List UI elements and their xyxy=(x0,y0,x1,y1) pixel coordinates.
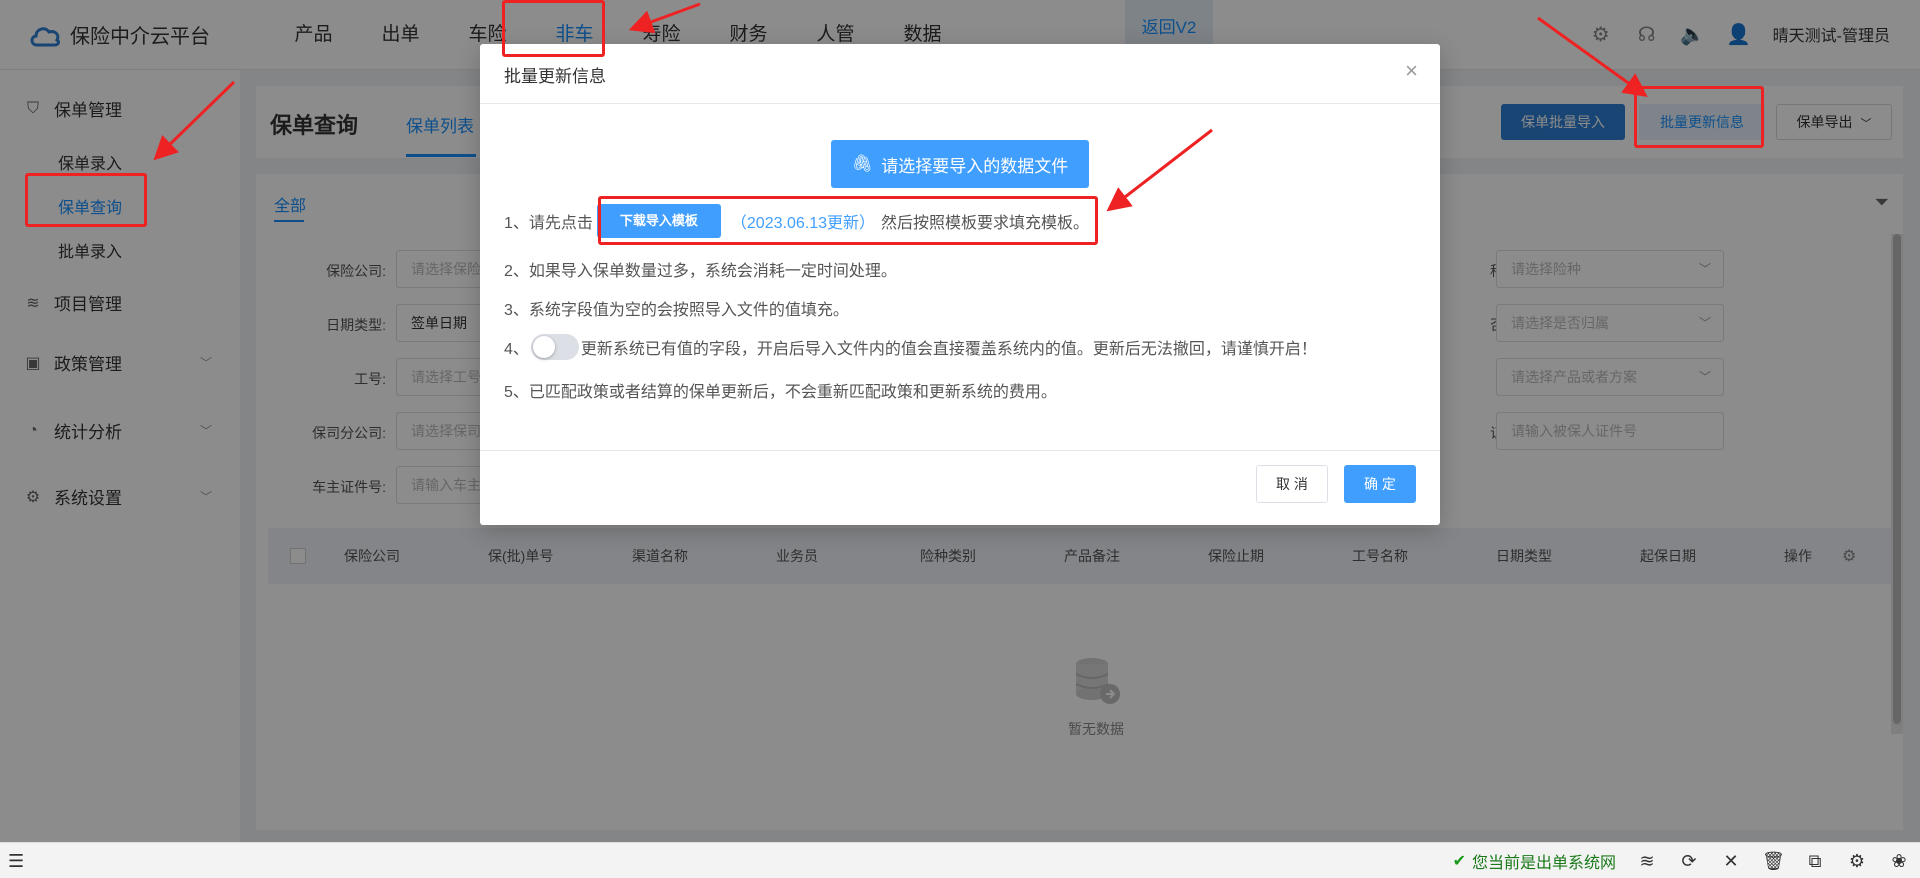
annotation-box-download xyxy=(598,196,1098,245)
dialog-title: 批量更新信息 xyxy=(504,67,606,86)
dialog-header: 批量更新信息 × xyxy=(480,44,1440,104)
status-bar: ☰ ✔ 您当前是出单系统网 ≋ ⟳ ✕ 🗑 ⧉ ⚙ ❀ xyxy=(0,842,1920,878)
gear-icon[interactable]: ⚙ xyxy=(1846,851,1868,872)
instruction-step-2: 2、如果导入保单数量过多，系统会消耗一定时间处理。 xyxy=(504,263,897,280)
annotation-box-sidebar xyxy=(25,173,147,227)
step4-prefix: 4、 xyxy=(504,341,529,358)
trash-icon[interactable]: 🗑 xyxy=(1762,851,1785,872)
close-icon[interactable]: ✕ xyxy=(1720,851,1742,872)
upload-file-button[interactable]: 🖇 请选择要导入的数据文件 xyxy=(831,140,1089,188)
instruction-step-3: 3、系统字段值为空的会按照导入文件的值填充。 xyxy=(504,302,849,319)
ok-button[interactable]: 确 定 xyxy=(1344,465,1416,503)
paw-icon[interactable]: ❀ xyxy=(1888,851,1910,872)
close-icon[interactable]: × xyxy=(1405,58,1418,84)
paperclip-icon: 🖇 xyxy=(851,154,874,173)
upload-label: 请选择要导入的数据文件 xyxy=(881,156,1069,176)
refresh-icon[interactable]: ⟳ xyxy=(1678,851,1700,872)
check-circle-icon: ✔ xyxy=(1452,853,1466,870)
step1-prefix: 1、请先点击 xyxy=(504,215,593,232)
copy-icon[interactable]: ⧉ xyxy=(1804,851,1826,872)
system-status: ✔ 您当前是出单系统网 xyxy=(1453,849,1616,873)
step4-text: 更新系统已有值的字段，开启后导入文件内的值会直接覆盖系统内的值。更新后无法撤回，… xyxy=(580,341,1317,358)
status-text: 您当前是出单系统网 xyxy=(1471,855,1616,872)
overwrite-toggle[interactable] xyxy=(530,334,579,360)
batch-update-dialog: 批量更新信息 × 🖇 请选择要导入的数据文件 1、请先点击 下载导入模板 （20… xyxy=(480,44,1440,525)
menu-icon[interactable]: ☰ xyxy=(8,851,24,872)
wifi-icon[interactable]: ≋ xyxy=(1636,851,1658,872)
status-bar-right: ✔ 您当前是出单系统网 ≋ ⟳ ✕ 🗑 ⧉ ⚙ ❀ xyxy=(1453,849,1910,873)
instruction-step-5: 5、已匹配政策或者结算的保单更新后，不会重新匹配政策和更新系统的费用。 xyxy=(504,384,1057,401)
toggle-knob xyxy=(532,336,555,358)
cancel-button[interactable]: 取 消 xyxy=(1256,465,1328,503)
annotation-box-batch-update xyxy=(1634,86,1764,148)
dialog-footer: 取 消 确 定 xyxy=(480,450,1440,525)
instruction-step-4: 4、 更新系统已有值的字段，开启后导入文件内的值会直接覆盖系统内的值。更新后无法… xyxy=(504,334,1317,360)
annotation-box-nav xyxy=(502,0,605,57)
